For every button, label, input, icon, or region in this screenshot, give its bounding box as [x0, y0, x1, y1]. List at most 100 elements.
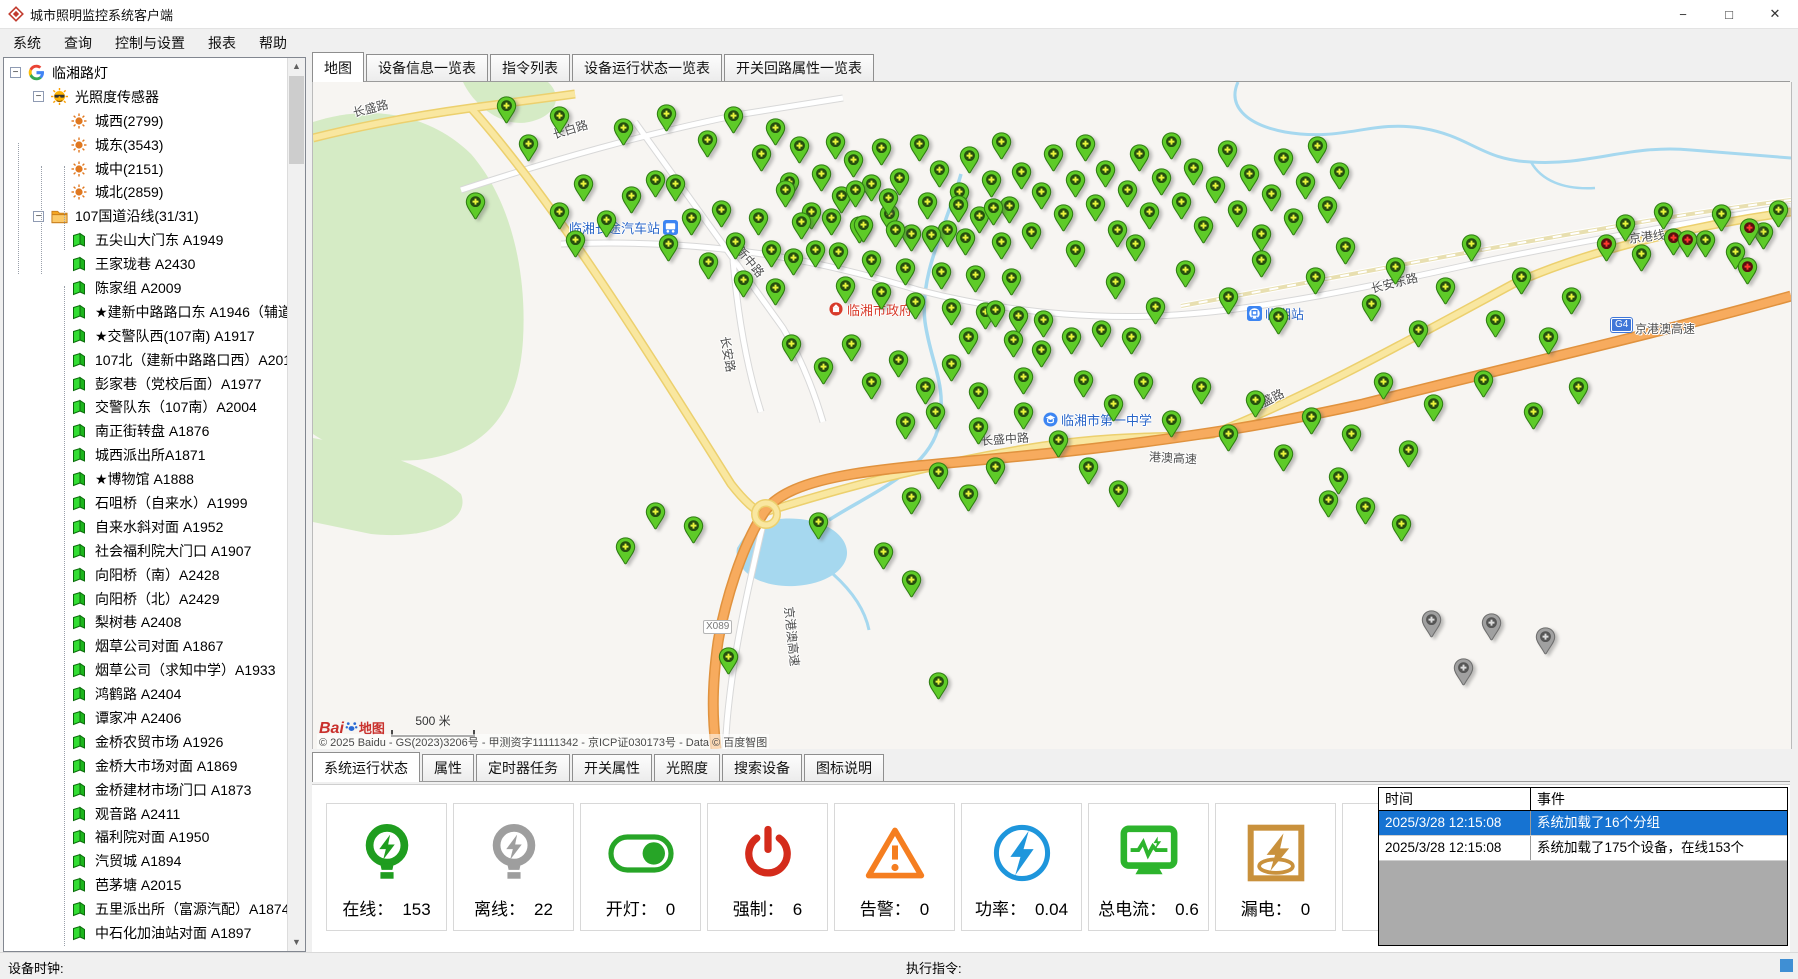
tree-row-18[interactable]: 石咀桥（自来水）A1999 — [4, 491, 288, 515]
tree-row-16[interactable]: 城西派出所A1871 — [4, 443, 288, 467]
tree-row-17[interactable]: ★博物馆 A1888 — [4, 467, 288, 491]
map-pin-green[interactable] — [496, 96, 517, 124]
map-pin-green[interactable] — [965, 265, 986, 293]
tree-row-9[interactable]: 陈家组 A2009 — [4, 276, 288, 300]
map-pin-green[interactable] — [1183, 158, 1204, 186]
expander-icon[interactable]: − — [10, 67, 21, 78]
map-pin-green[interactable] — [1043, 144, 1064, 172]
map-pin-green[interactable] — [941, 354, 962, 382]
map-pin-green[interactable] — [1218, 287, 1239, 315]
map-pin-green[interactable] — [1103, 394, 1124, 422]
map-pin-green[interactable] — [1317, 196, 1338, 224]
tree-row-8[interactable]: 王家珑巷 A2430 — [4, 252, 288, 276]
tree-row-5[interactable]: 城北(2859) — [4, 180, 288, 204]
log-row-1[interactable]: 2025/3/28 12:15:08系统加载了175个设备，在线153个 — [1379, 836, 1787, 861]
menu-item-1[interactable]: 查询 — [54, 29, 102, 57]
map-pin-green[interactable] — [783, 248, 804, 276]
map-pin-green[interactable] — [1307, 136, 1328, 164]
bottom-tab-3[interactable]: 开关属性 — [572, 754, 652, 781]
map-pin-green[interactable] — [1251, 250, 1272, 278]
bottom-tab-1[interactable]: 属性 — [422, 754, 474, 781]
map-pin-green[interactable] — [1013, 367, 1034, 395]
map-pin-green[interactable] — [845, 180, 866, 208]
map-pin-green[interactable] — [981, 170, 1002, 198]
map-pin-green[interactable] — [958, 484, 979, 512]
minimize-button[interactable]: − — [1660, 0, 1706, 28]
scroll-up-icon[interactable]: ▲ — [288, 58, 305, 75]
map-pin-green[interactable] — [931, 262, 952, 290]
map-pin-green[interactable] — [549, 106, 570, 134]
map-pin-green[interactable] — [621, 186, 642, 214]
map-pin-green[interactable] — [761, 240, 782, 268]
map-pin-green[interactable] — [1161, 132, 1182, 160]
map-pin-green[interactable] — [985, 457, 1006, 485]
map-pin-green[interactable] — [1139, 202, 1160, 230]
map-pin-green[interactable] — [1711, 204, 1732, 232]
expander-icon[interactable]: − — [33, 211, 44, 222]
map-pin-gray[interactable] — [1453, 658, 1474, 686]
map-pin-green[interactable] — [958, 327, 979, 355]
map-tab-2[interactable]: 指令列表 — [490, 54, 570, 81]
map-pin-green[interactable] — [1191, 377, 1212, 405]
map-pin-green[interactable] — [928, 462, 949, 490]
log-row-0[interactable]: 2025/3/28 12:15:08系统加载了16个分组 — [1379, 811, 1787, 836]
map-pin-green[interactable] — [1538, 327, 1559, 355]
map-pin-green[interactable] — [1341, 424, 1362, 452]
bottom-tab-5[interactable]: 搜索设备 — [722, 754, 802, 781]
map-pin-green[interactable] — [901, 487, 922, 515]
map-pin-green[interactable] — [658, 234, 679, 262]
menu-item-0[interactable]: 系统 — [3, 29, 51, 57]
tree-row-24[interactable]: 烟草公司对面 A1867 — [4, 634, 288, 658]
map-pin-green[interactable] — [645, 170, 666, 198]
map-pin-green[interactable] — [1385, 257, 1406, 285]
map-pin-green[interactable] — [1301, 407, 1322, 435]
map-pin-green[interactable] — [518, 134, 539, 162]
map-pin-green[interactable] — [1615, 214, 1636, 242]
tree-row-13[interactable]: 彭家巷（党校后面）A1977 — [4, 372, 288, 396]
map-pin-green[interactable] — [1461, 234, 1482, 262]
map-pin-green[interactable] — [573, 174, 594, 202]
map-pin-red[interactable] — [1737, 257, 1758, 285]
map-pin-green[interactable] — [895, 258, 916, 286]
tree-row-1[interactable]: −光照度传感器 — [4, 85, 288, 109]
map-pin-green[interactable] — [1408, 320, 1429, 348]
tree-row-2[interactable]: 城西(2799) — [4, 109, 288, 133]
scroll-down-icon[interactable]: ▼ — [288, 934, 305, 951]
map-pin-green[interactable] — [983, 198, 1004, 226]
map-pin-green[interactable] — [828, 242, 849, 270]
map-pin-green[interactable] — [873, 542, 894, 570]
map-pin-green[interactable] — [733, 270, 754, 298]
tree-row-22[interactable]: 向阳桥（北）A2429 — [4, 587, 288, 611]
map-pin-green[interactable] — [775, 180, 796, 208]
map-pin-green[interactable] — [1108, 480, 1129, 508]
expander-icon[interactable]: − — [33, 91, 44, 102]
map-pin-green[interactable] — [1523, 402, 1544, 430]
menu-item-2[interactable]: 控制与设置 — [105, 29, 195, 57]
map-pin-green[interactable] — [805, 240, 826, 268]
map-pin-green[interactable] — [1261, 184, 1282, 212]
map-pin-green[interactable] — [948, 195, 969, 223]
map-pin-green[interactable] — [723, 106, 744, 134]
map-pin-gray[interactable] — [1535, 627, 1556, 655]
map-pin-green[interactable] — [1245, 390, 1266, 418]
map-pin-green[interactable] — [1485, 310, 1506, 338]
map-pin-green[interactable] — [929, 160, 950, 188]
map-pin-green[interactable] — [698, 252, 719, 280]
map-pin-green[interactable] — [871, 138, 892, 166]
map-pin-green[interactable] — [1161, 410, 1182, 438]
tree-row-31[interactable]: 观音路 A2411 — [4, 802, 288, 826]
map-pin-green[interactable] — [915, 377, 936, 405]
map-pin-green[interactable] — [1251, 224, 1272, 252]
tree-row-19[interactable]: 自来水斜对面 A1952 — [4, 515, 288, 539]
map-pin-green[interactable] — [1653, 202, 1674, 230]
map-pin-green[interactable] — [1031, 340, 1052, 368]
tree-row-33[interactable]: 汽贸城 A1894 — [4, 849, 288, 873]
map-pin-red[interactable] — [1739, 218, 1760, 246]
menu-item-3[interactable]: 报表 — [198, 29, 246, 57]
map-pin-green[interactable] — [1768, 200, 1789, 228]
tree-row-12[interactable]: 107北（建新中路路口西）A2014 — [4, 348, 288, 372]
map-pin-green[interactable] — [1217, 140, 1238, 168]
map-pin-green[interactable] — [1065, 240, 1086, 268]
tree-row-14[interactable]: 交警队东（107南）A2004 — [4, 395, 288, 419]
map-pin-green[interactable] — [1003, 330, 1024, 358]
